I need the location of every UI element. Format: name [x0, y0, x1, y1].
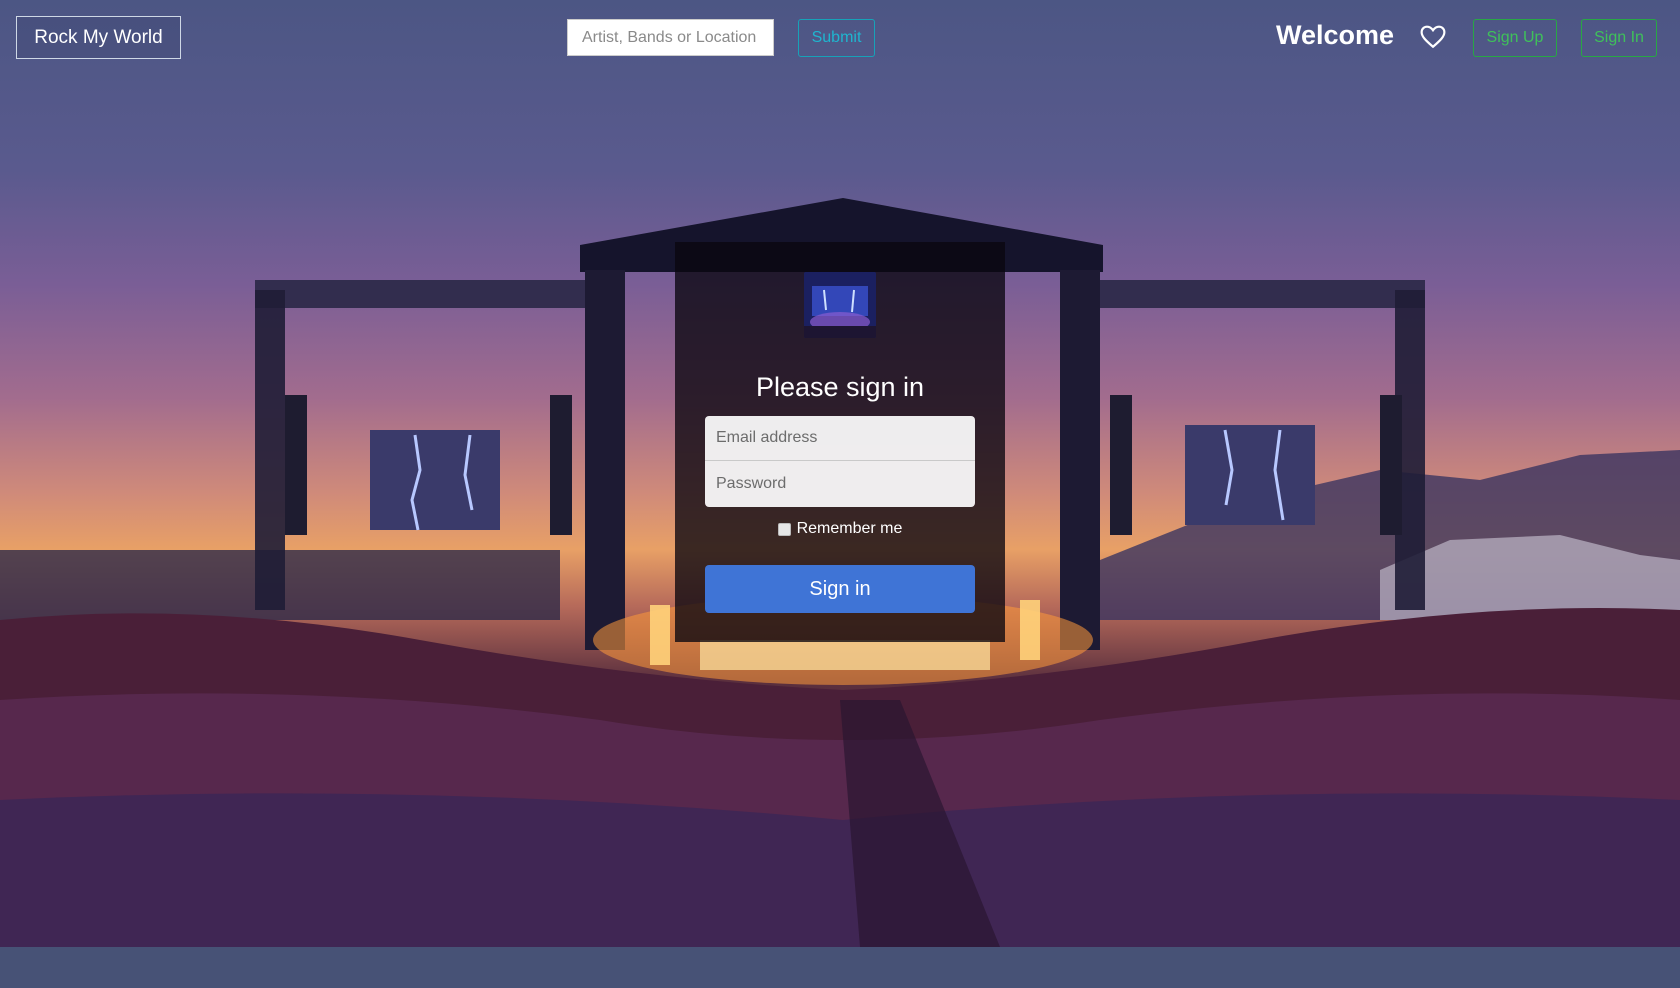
brand-logo-link[interactable]: Rock My World	[16, 16, 181, 59]
page-footer-bar	[0, 947, 1680, 988]
search-input[interactable]	[567, 19, 774, 56]
concert-logo-image	[804, 272, 876, 338]
welcome-heading: Welcome	[1276, 20, 1395, 50]
remember-me-label: Remember me	[796, 520, 903, 537]
sign-in-panel: Please sign in Remember me Sign in	[675, 242, 1005, 642]
credentials-form	[705, 416, 975, 507]
sign-in-submit-button[interactable]: Sign in	[705, 565, 975, 613]
remember-me-checkbox[interactable]	[777, 522, 791, 536]
search-submit-button[interactable]: Submit	[798, 19, 875, 57]
email-field[interactable]	[705, 416, 975, 461]
sign-up-button[interactable]: Sign Up	[1473, 19, 1557, 57]
heart-icon[interactable]	[1420, 25, 1446, 49]
remember-me-row: Remember me	[675, 520, 1005, 538]
sign-in-title: Please sign in	[755, 372, 925, 402]
password-field[interactable]	[705, 461, 975, 506]
sign-in-nav-button[interactable]: Sign In	[1581, 19, 1657, 57]
